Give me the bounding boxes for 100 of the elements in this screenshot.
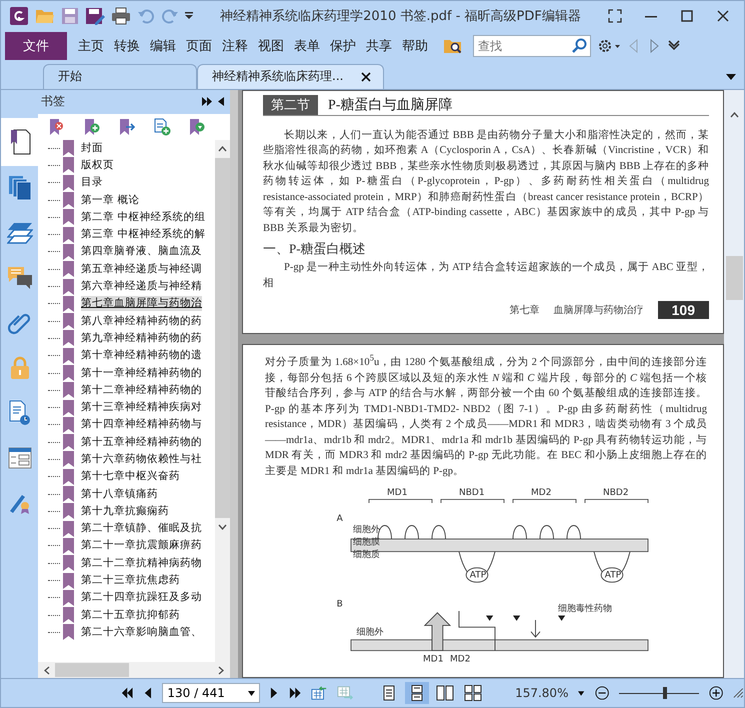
close-tab-icon[interactable] — [361, 72, 372, 82]
zoom-dropdown-caret-icon[interactable] — [578, 690, 585, 696]
bookmark-item[interactable]: 第九章神经精神药物的药 — [81, 330, 202, 346]
bookmark-item[interactable]: 第十四章神经精神药物与 — [81, 417, 202, 432]
previous-page-icon[interactable] — [143, 686, 152, 700]
menu-tab[interactable]: 页面 — [181, 36, 217, 55]
maximize-icon[interactable] — [680, 8, 694, 23]
bookmark-add-icon[interactable] — [83, 118, 101, 136]
panel-tab[interactable] — [1, 118, 38, 166]
bookmark-item[interactable]: 第二十五章抗抑郁药 — [81, 608, 180, 623]
settings-icon[interactable] — [597, 38, 621, 54]
search-icon[interactable] — [571, 38, 587, 54]
bookmark-item[interactable]: 第十三章神经精神疾病对 — [81, 400, 202, 416]
bookmark-item[interactable]: 第十一章神经精神药物的 — [81, 366, 202, 380]
layers-icon[interactable] — [6, 221, 32, 245]
form-icon[interactable] — [8, 447, 32, 469]
expand-panel-icon[interactable] — [202, 97, 212, 106]
bookmark-delete-icon[interactable] — [48, 118, 66, 136]
save-icon[interactable] — [61, 6, 79, 25]
save-as-icon[interactable] — [85, 6, 105, 25]
vertical-scrollbar[interactable] — [215, 140, 230, 662]
menu-tab[interactable]: 主页 — [73, 36, 109, 55]
menu-tab[interactable]: 注释 — [217, 36, 253, 55]
bookmark-item[interactable]: 第十七章中枢兴奋药 — [81, 469, 180, 484]
scroll-up-icon[interactable] — [730, 112, 738, 118]
fullscreen-icon[interactable] — [608, 8, 622, 23]
bookmark-item[interactable]: 第十五章神经精神药物的 — [81, 434, 202, 450]
document-tab[interactable]: 神经精神系统临床药理... — [197, 64, 384, 88]
tab-list-caret-icon[interactable] — [726, 72, 736, 81]
scroll-left-icon[interactable] — [44, 666, 50, 675]
bookmark-item[interactable]: 第四章脑脊液、脑血流及 — [81, 244, 202, 260]
menu-tab[interactable]: 帮助 — [397, 36, 433, 55]
menu-tab[interactable]: 转换 — [109, 36, 145, 55]
previous-view-icon[interactable] — [311, 685, 328, 702]
page-icon[interactable] — [8, 128, 30, 154]
scroll-down-icon[interactable] — [218, 524, 227, 530]
menu-tab[interactable]: 编辑 — [145, 36, 181, 55]
menu-tab[interactable]: 视图 — [253, 36, 289, 55]
bookmark-item[interactable]: 第二十六章影响脑血管、 — [81, 624, 202, 640]
bookmark-item[interactable]: 第十九章抗癫痫药 — [81, 504, 169, 519]
resize-grip-icon[interactable] — [733, 687, 744, 700]
continuous-page-icon[interactable] — [411, 685, 424, 702]
last-page-icon[interactable] — [288, 686, 302, 700]
bookmark-item[interactable]: 第十章神经精神药物的遗 — [81, 348, 202, 364]
bookmark-item[interactable]: 第八章神经精神药物的药 — [81, 314, 202, 329]
bookmark-item[interactable]: 第十六章药物依赖性与社 — [81, 452, 202, 467]
bookmark-arrow-icon[interactable] — [118, 118, 136, 136]
file-menu-button[interactable]: 文件 — [5, 32, 67, 60]
scroll-up-icon[interactable] — [218, 146, 227, 152]
bookmark-item[interactable]: 目录 — [81, 175, 103, 190]
bookmark-item[interactable]: 封面 — [81, 140, 103, 156]
document-tab[interactable]: 开始 — [43, 64, 197, 88]
horizontal-scrollbar[interactable] — [38, 662, 230, 678]
bookmark-item[interactable]: 第二十二章抗精神病药物 — [81, 556, 202, 571]
bookmark-item[interactable]: 第十八章镇痛药 — [81, 486, 158, 502]
bookmark-item[interactable]: 第五章神经递质与神经调 — [81, 262, 202, 277]
close-icon[interactable] — [716, 8, 730, 23]
scrollbar-thumb[interactable] — [55, 663, 129, 678]
figure-label: 细胞质 — [352, 550, 380, 560]
vertical-scrollbar[interactable] — [724, 90, 744, 678]
view-mode-button[interactable] — [405, 682, 430, 704]
bookmark-down-icon[interactable] — [188, 118, 206, 136]
search-field[interactable]: 查找 — [473, 34, 591, 57]
scrollbar-thumb[interactable] — [215, 158, 230, 518]
collapse-panel-icon[interactable] — [218, 97, 224, 106]
figure-label: 细胞毒性药物 — [558, 604, 612, 614]
zoom-in-icon[interactable] — [709, 685, 724, 702]
chat-icon[interactable] — [6, 266, 32, 290]
bookmark-item[interactable]: 版权页 — [81, 158, 114, 173]
pages-icon[interactable] — [8, 175, 32, 201]
document-clock-icon[interactable] — [8, 400, 30, 426]
zoom-value[interactable]: 157.80% — [515, 686, 568, 700]
bookmark-item[interactable]: 第二十三章抗焦虑药 — [81, 573, 180, 588]
first-page-icon[interactable] — [121, 686, 134, 700]
dropdown-caret-icon[interactable] — [248, 690, 255, 696]
menu-tab[interactable]: 共享 — [361, 36, 397, 55]
bookmark-item[interactable]: 第六章神经递质与神经精 — [81, 279, 202, 294]
print-icon[interactable] — [111, 6, 131, 25]
bookmark-item[interactable]: 第一章 概论 — [81, 192, 140, 208]
bookmark-item[interactable]: 第二章 中枢神经系统的组 — [81, 210, 206, 225]
menu-tab[interactable]: 表单 — [289, 36, 325, 55]
collapse-ribbon-icon[interactable] — [667, 38, 681, 53]
single-page-icon[interactable] — [383, 685, 396, 702]
paperclip-icon[interactable] — [8, 311, 32, 335]
menu-tab[interactable]: 保护 — [325, 36, 361, 55]
scroll-right-icon[interactable] — [218, 666, 224, 675]
bookmark-item[interactable]: 第二十一章抗震颤麻痹药 — [81, 538, 202, 554]
zoom-out-icon[interactable] — [594, 685, 609, 702]
page-number-field[interactable]: 130 / 441 — [162, 683, 260, 704]
bookmark-item[interactable]: 第二十四章抗躁狂及多动 — [81, 590, 202, 606]
dropdown-caret-icon[interactable] — [185, 12, 193, 20]
bookmark-item[interactable]: 第十二章神经精神药物的 — [81, 382, 202, 398]
app-logo-icon[interactable] — [9, 6, 29, 26]
bookmark-item[interactable]: 第七章血脑屏障与药物治 — [81, 296, 202, 312]
bookmark-item[interactable]: 第三章 中枢神经系统的解 — [81, 227, 206, 242]
scrollbar-thumb[interactable] — [726, 256, 742, 300]
next-page-icon[interactable] — [270, 686, 279, 700]
bookmark-item[interactable]: 第二十章镇静、催眠及抗 — [81, 521, 202, 536]
document-add-icon[interactable] — [153, 118, 171, 136]
slider-thumb[interactable] — [663, 687, 668, 700]
